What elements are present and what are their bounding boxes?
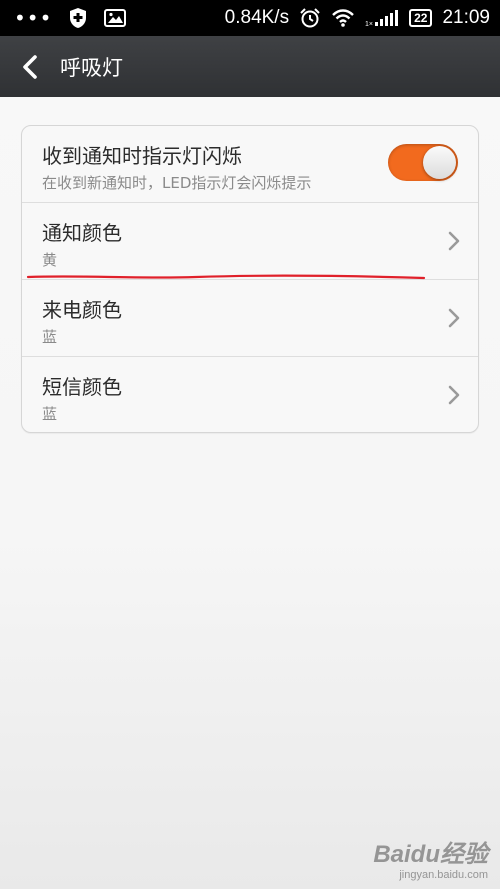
wifi-icon (332, 9, 354, 27)
notify-blink-subtitle: 在收到新通知时，LED指示灯会闪烁提示 (42, 174, 312, 192)
page-title: 呼吸灯 (60, 55, 123, 80)
notify-blink-toggle[interactable] (388, 144, 458, 181)
alarm-icon (300, 8, 320, 28)
action-bar: 呼吸灯 (0, 36, 500, 97)
svg-text:1×: 1× (365, 21, 373, 28)
chevron-right-icon (448, 385, 460, 405)
more-dots-icon: ••• (14, 6, 53, 30)
back-button[interactable] (0, 36, 60, 97)
call-color-title: 来电颜色 (42, 298, 122, 322)
network-speed: 0.84K/s (224, 7, 290, 28)
notify-color-value: 黄 (42, 251, 58, 269)
watermark-url: jingyan.baidu.com (399, 869, 488, 881)
notify-color-title: 通知颜色 (42, 221, 122, 245)
call-color-value: 蓝 (42, 328, 58, 346)
shield-icon (70, 8, 87, 28)
watermark: Baidu经验 jingyan.baidu.com (373, 834, 488, 881)
signal-icon: 1× (365, 10, 399, 28)
battery-icon: 22 (409, 9, 433, 27)
clock: 21:09 (442, 7, 490, 28)
notify-blink-row[interactable]: 收到通知时指示灯闪烁 在收到新通知时，LED指示灯会闪烁提示 (22, 126, 478, 203)
image-icon (104, 9, 127, 27)
sms-color-row[interactable]: 短信颜色 蓝 (22, 357, 478, 434)
back-arrow-icon (23, 54, 37, 79)
watermark-logo: Baidu经验 (373, 841, 488, 868)
chevron-right-icon (448, 231, 460, 251)
chevron-right-icon (448, 308, 460, 328)
sms-color-value: 蓝 (42, 405, 58, 423)
notify-color-row[interactable]: 通知颜色 黄 (22, 203, 478, 280)
status-bar: ••• 0.84K/s 1× 22 21:09 (0, 0, 500, 36)
call-color-row[interactable]: 来电颜色 蓝 (22, 280, 478, 357)
annotation-underline (26, 274, 426, 280)
toggle-knob (423, 146, 456, 179)
notify-blink-title: 收到通知时指示灯闪烁 (42, 144, 242, 168)
sms-color-title: 短信颜色 (42, 375, 122, 399)
